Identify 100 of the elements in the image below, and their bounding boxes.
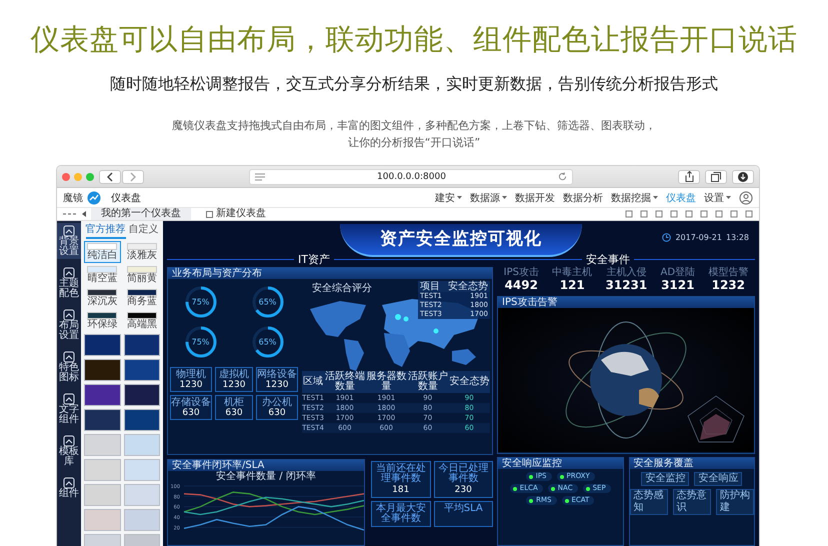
dashboard-title: 资产安全监控可视化 <box>340 224 582 257</box>
template-thumbnail[interactable] <box>84 484 120 506</box>
sidebar-item[interactable]: 主题配色 <box>57 265 81 301</box>
panel-icon <box>63 309 75 321</box>
ring-gauge <box>184 325 218 359</box>
event-counter: 今日已处理事件数 230 <box>434 461 493 498</box>
template-thumbnail[interactable] <box>84 384 120 406</box>
close-icon[interactable] <box>62 172 70 180</box>
nav-item[interactable]: 建安 <box>435 190 455 204</box>
section-title: 安全事件 <box>586 252 630 266</box>
color-swatch[interactable]: 纯洁白 <box>84 241 120 263</box>
ring-gauge <box>250 325 284 359</box>
stat-label: 中毒主机 <box>552 267 592 278</box>
stat-value: 3121 <box>661 278 694 292</box>
back-button[interactable] <box>99 170 121 184</box>
address-bar[interactable]: 100.0.0.0:8000 <box>249 168 573 184</box>
template-thumbnail[interactable] <box>124 359 160 381</box>
maximize-icon[interactable] <box>86 172 94 180</box>
left-arrow-icon[interactable] <box>82 211 86 217</box>
gauge-value: 75% <box>192 298 210 306</box>
sidebar-item[interactable]: 特色图标 <box>57 349 81 385</box>
event-counter: 平均SLA <box>434 501 493 527</box>
service-node: 安全响应 <box>694 472 742 486</box>
dashboard-tab[interactable]: 我的第一个仪表盘 <box>91 208 191 220</box>
template-thumbnail[interactable] <box>124 409 160 431</box>
stat-label: 主机入侵 <box>606 267 646 278</box>
column-header: 区域 <box>303 377 323 387</box>
template-thumbnail[interactable] <box>84 359 120 381</box>
template-thumbnail[interactable] <box>124 459 160 481</box>
dashboard-tab[interactable]: 新建仪表盘 <box>196 208 276 220</box>
time-text: 13:28 <box>726 233 749 242</box>
panel-icon <box>63 351 75 363</box>
app-title: 仪表盘 <box>111 192 141 204</box>
nav-item[interactable]: 数据挖掘 <box>611 190 651 204</box>
panel-icon <box>63 267 75 279</box>
stat-value: 121 <box>560 278 585 292</box>
template-thumbnail[interactable] <box>124 484 160 506</box>
template-thumbnail[interactable] <box>124 334 160 356</box>
download-icon <box>738 172 748 182</box>
template-thumbnail[interactable] <box>84 509 120 531</box>
asset-counter: 办公机 630 <box>256 395 298 420</box>
reload-icon[interactable] <box>558 172 567 181</box>
panel-title: IPS攻击告警 <box>498 297 754 308</box>
column-header: 安全态势 <box>448 281 488 292</box>
panel-icon <box>63 477 75 489</box>
column-header: 安全态势 <box>449 377 490 387</box>
headline: 仪表盘可以自由布局，联动功能、组件配色让报告开口说话 <box>30 21 798 58</box>
stat-label: IPS攻击 <box>504 267 539 278</box>
ring-gauge <box>250 285 284 319</box>
caret-icon[interactable] <box>457 196 462 199</box>
service-node: 防护构建 <box>716 489 754 515</box>
caret-icon[interactable] <box>502 196 507 199</box>
sidebar-item[interactable]: 文字组件 <box>57 391 81 427</box>
panel-icon <box>63 225 75 237</box>
logo-icon <box>87 190 101 204</box>
event-counter: 当前还在处理事件数 181 <box>371 461 430 498</box>
document-icon <box>206 210 213 218</box>
share-icon <box>684 171 694 182</box>
asset-counter: 物理机 1230 <box>170 367 212 392</box>
template-thumbnail[interactable] <box>84 409 120 431</box>
tabs-icon <box>711 172 721 182</box>
service-node: 安全监控 <box>641 472 690 486</box>
sidebar-item[interactable]: 组件 <box>57 475 81 501</box>
nav-item[interactable]: 数据开发 <box>515 190 555 204</box>
clock-icon <box>662 233 672 242</box>
stat-value: 31231 <box>605 278 648 292</box>
template-thumbnail[interactable] <box>84 334 120 356</box>
sidebar-item[interactable]: 布局设置 <box>57 307 81 343</box>
map-title: 安全综合评分 <box>312 282 372 295</box>
share-button[interactable] <box>678 170 700 184</box>
panel-icon <box>63 435 75 447</box>
template-thumbnail[interactable] <box>84 459 120 481</box>
user-icon[interactable] <box>739 190 753 204</box>
more-icon[interactable] <box>63 212 77 216</box>
nav-item[interactable]: 数据分析 <box>563 190 603 204</box>
column-header: 项目 <box>420 281 440 292</box>
caret-icon[interactable] <box>726 196 731 199</box>
nav-item[interactable]: 设置 <box>704 190 724 204</box>
stat-value: 4492 <box>504 278 538 292</box>
nav-item[interactable]: 数据源 <box>470 190 500 204</box>
reader-icon[interactable] <box>255 172 265 180</box>
asset-counter: 机柜 630 <box>215 395 253 420</box>
tabs-button[interactable] <box>705 170 727 184</box>
sidebar-item[interactable]: 模板库 <box>57 433 81 469</box>
sidebar-item[interactable]: 背景设置 <box>57 223 81 259</box>
panel-tab[interactable]: 官方推荐 <box>86 221 126 239</box>
column-header: 服务器数量 <box>366 372 406 392</box>
template-thumbnail[interactable] <box>84 434 120 456</box>
download-button[interactable] <box>732 170 754 184</box>
template-thumbnail[interactable] <box>124 384 160 406</box>
section-title: IT资产 <box>298 252 330 266</box>
template-thumbnail[interactable] <box>124 509 160 531</box>
service-node: 态势感知 <box>630 489 668 515</box>
date-text: 2017-09-21 <box>675 233 722 242</box>
gauge-value: 65% <box>258 338 276 346</box>
panel-tab[interactable]: 自定义 <box>128 221 158 239</box>
asset-counter: 虚拟机 1230 <box>215 367 253 392</box>
caret-icon[interactable] <box>653 196 658 199</box>
gauge-value: 65% <box>258 298 276 306</box>
template-thumbnail[interactable] <box>124 434 160 456</box>
